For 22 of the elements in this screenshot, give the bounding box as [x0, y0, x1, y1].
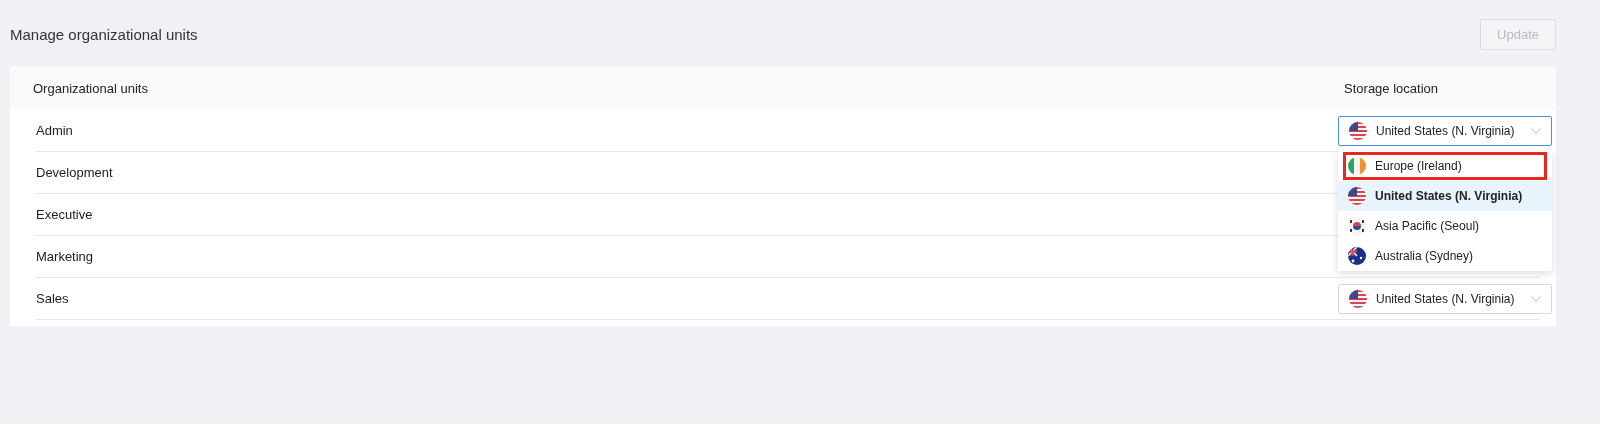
unit-name: Marketing	[36, 249, 94, 264]
page-title: Manage organizational units	[10, 25, 198, 43]
dropdown-option[interactable]: Europe (Ireland)	[1342, 150, 1548, 181]
flag-icon	[1349, 121, 1367, 140]
flag-icon	[1349, 289, 1367, 308]
chevron-down-icon	[1531, 295, 1541, 302]
flag-icon	[1348, 216, 1366, 235]
unit-name: Executive	[36, 207, 93, 222]
dropdown-option[interactable]: United States (N. Virginia)	[1338, 180, 1552, 211]
flag-icon	[1348, 156, 1366, 175]
unit-name: Sales	[36, 291, 69, 306]
dropdown-option[interactable]: Asia Pacific (Seoul)	[1338, 210, 1552, 241]
flag-icon	[1348, 186, 1366, 205]
unit-name: Admin	[36, 123, 73, 138]
dropdown-option[interactable]: Australia (Sydney)	[1338, 240, 1552, 271]
column-header: Organizational units	[33, 80, 148, 96]
flag-icon	[1348, 246, 1366, 265]
region-dropdown[interactable]: United States (N. Virginia)	[1338, 283, 1552, 314]
chevron-down-icon	[1531, 127, 1541, 134]
unit-name: Development	[36, 165, 113, 180]
column-header: Storage location	[1344, 80, 1438, 96]
region-dropdown[interactable]: United States (N. Virginia)	[1338, 115, 1552, 146]
